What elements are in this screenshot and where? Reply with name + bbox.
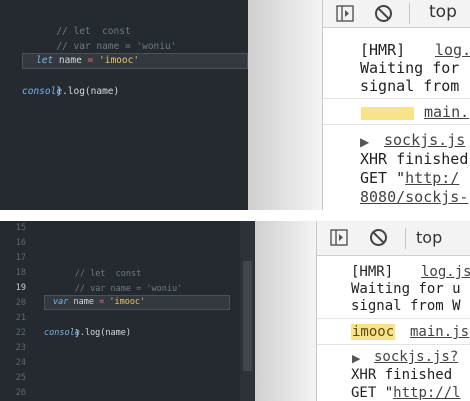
line-number: 15	[15, 223, 26, 233]
devtools-console[interactable]: top [HMR] log. Waiting for signal from m…	[322, 0, 470, 210]
devtools-console[interactable]: top [HMR] log.js Waiting for u signal fr…	[316, 221, 470, 401]
console-row-divider	[323, 124, 470, 125]
panel-separator	[0, 210, 470, 221]
code-keyword: var	[53, 297, 69, 307]
log-output-highlight	[361, 107, 414, 120]
code-keyword: let	[36, 55, 54, 66]
line-number: 20	[15, 298, 26, 308]
log-message: GET "http:/	[360, 169, 459, 187]
log-message: Waiting for	[360, 59, 460, 77]
code-line-open-brace: {	[22, 38, 62, 67]
code-operator: =	[99, 297, 105, 307]
bottom-screenshot-panel: 15 16 17 18 19 20 21 22 23 24 25 26 // l…	[0, 221, 470, 401]
code-identifier: name	[73, 297, 94, 307]
line-number: 16	[15, 238, 26, 248]
toolbar-separator	[409, 3, 410, 24]
code-object: console	[44, 328, 80, 338]
console-row-divider	[317, 318, 470, 319]
log-source-link[interactable]: main.js	[410, 324, 469, 340]
log-url-link[interactable]: http:/	[405, 169, 459, 187]
clear-console-icon[interactable]	[374, 4, 393, 27]
sidebar-toggle-icon[interactable]	[330, 229, 348, 250]
console-toolbar: top	[323, 0, 470, 28]
code-string: 'imooc'	[109, 297, 146, 307]
line-number: 21	[15, 313, 26, 323]
log-get-prefix: GET "	[351, 385, 394, 401]
line-number-active: 19	[15, 283, 26, 293]
context-selector[interactable]: top	[416, 228, 442, 247]
code-line-comment-2: // var name = 'woniu'	[44, 265, 182, 294]
code-line-close-brace: }	[44, 310, 80, 339]
code-string: 'imooc'	[99, 55, 140, 66]
code-editor[interactable]: // let const // var name = 'woniu' { let…	[0, 0, 248, 210]
code-line-open-brace: {	[44, 280, 80, 309]
editor-scrollbar[interactable]	[240, 221, 255, 401]
toolbar-separator	[405, 228, 406, 249]
console-row-divider	[317, 344, 470, 345]
log-hmr-prefix: [HMR]	[351, 264, 394, 280]
expand-triangle-icon[interactable]: ▶	[360, 135, 369, 149]
line-number: 26	[15, 388, 26, 398]
log-message: GET "http://l	[351, 385, 461, 401]
code-comment: // var name = 'woniu'	[56, 41, 177, 52]
code-operator: =	[87, 55, 94, 66]
code-line-declaration: let name = 'imooc'	[36, 53, 139, 69]
line-number: 23	[15, 343, 26, 353]
code-editor[interactable]: 15 16 17 18 19 20 21 22 23 24 25 26 // l…	[0, 221, 255, 401]
log-get-prefix: GET "	[360, 169, 406, 187]
top-screenshot-panel: // let const // var name = 'woniu' { let…	[0, 0, 470, 210]
log-output-value: imooc	[351, 324, 396, 340]
log-source-link[interactable]: log.	[435, 41, 470, 59]
editor-gutter: 15 16 17 18 19 20 21 22 23 24 25 26	[0, 221, 34, 401]
code-line-console-log: console.log(name)	[22, 84, 119, 100]
line-number: 25	[15, 373, 26, 383]
log-message: signal from W	[351, 298, 461, 314]
log-source-link[interactable]: main.	[424, 103, 469, 121]
code-comment: // var name = 'woniu'	[74, 284, 183, 294]
line-number: 18	[15, 268, 26, 278]
expand-triangle-icon[interactable]: ▶	[352, 352, 360, 365]
context-selector[interactable]: top	[429, 2, 457, 22]
code-line-comment-1: // let const	[22, 8, 130, 37]
log-message: XHR finished	[351, 367, 453, 383]
code-identifier: name	[58, 55, 82, 66]
line-number: 24	[15, 358, 26, 368]
code-call: .log(name)	[62, 86, 120, 97]
log-source-link[interactable]: sockjs.js?	[374, 349, 458, 365]
log-message: XHR finished	[360, 150, 469, 168]
code-line-close-brace: }	[22, 68, 62, 97]
log-url-link[interactable]: 8080/sockjs-	[360, 188, 468, 206]
line-number: 22	[15, 328, 26, 338]
code-call: .log(name)	[79, 328, 132, 338]
code-line-declaration: var name = 'imooc'	[53, 295, 145, 310]
code-line-comment-2: // var name = 'woniu'	[22, 23, 176, 52]
code-object: console	[22, 86, 63, 97]
log-source-link[interactable]: sockjs.js	[384, 131, 465, 149]
clear-console-icon[interactable]	[369, 228, 388, 251]
log-url-link[interactable]: http://l	[393, 385, 460, 401]
code-line-comment-1: // let const	[44, 250, 142, 279]
scrollbar-thumb[interactable]	[243, 261, 252, 371]
log-message: Waiting for u	[351, 281, 461, 297]
window-gap	[255, 221, 316, 401]
window-gap	[248, 0, 322, 210]
log-message: signal from	[360, 77, 460, 95]
log-source-link[interactable]: log.js	[421, 264, 470, 280]
code-line-console-log: console.log(name)	[44, 325, 131, 341]
console-toolbar: top	[317, 221, 470, 256]
console-row-divider	[323, 98, 470, 99]
sidebar-toggle-icon[interactable]	[336, 5, 354, 26]
line-number: 17	[15, 253, 26, 263]
log-hmr-prefix: [HMR]	[360, 41, 406, 59]
